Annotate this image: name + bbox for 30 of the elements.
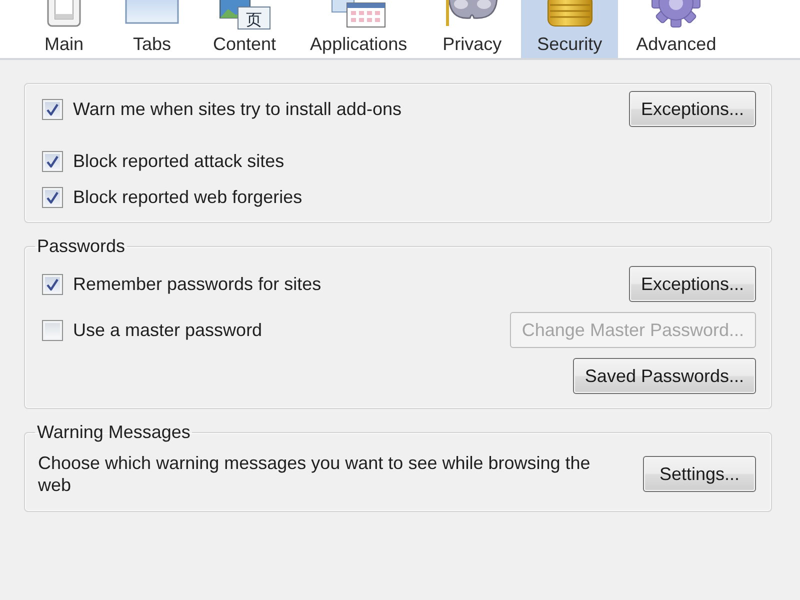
checkbox-label[interactable]: Remember passwords for sites — [73, 273, 322, 295]
checkbox[interactable] — [42, 320, 63, 340]
check-icon — [46, 190, 59, 204]
warning-description: Choose which warning messages you want to see while browsing the web — [38, 452, 592, 496]
checkbox-label[interactable]: Warn me when sites try to install add-ons — [73, 98, 402, 120]
checkbox[interactable] — [42, 186, 63, 208]
checkbox-label[interactable]: Block reported web forgeries — [73, 186, 302, 208]
check-icon — [46, 278, 59, 290]
checkbox[interactable] — [42, 150, 63, 172]
group-title: Passwords — [36, 235, 126, 257]
gear-icon — [649, 0, 704, 28]
settings-button[interactable]: Settings... — [643, 456, 756, 492]
window-icon — [125, 0, 179, 24]
toolbar-tab[interactable]: Applications — [294, 0, 424, 58]
toolbar-tab[interactable]: Advanced — [620, 0, 732, 58]
toolbar-tab[interactable]: Tabs — [109, 0, 195, 58]
check-icon — [46, 154, 59, 168]
checkbox[interactable] — [42, 98, 63, 120]
toolbar-tab[interactable]: 页 Content — [197, 0, 292, 58]
checkbox-label[interactable]: Use a master password — [73, 319, 262, 341]
toolbar-tab[interactable]: Privacy — [425, 0, 520, 58]
exceptions-button[interactable]: Exceptions... — [628, 266, 756, 302]
toolbar-tab[interactable]: Main — [21, 0, 107, 58]
toolbar-tab[interactable]: Security — [521, 0, 618, 58]
saved-passwords-button[interactable]: Saved Passwords... — [572, 358, 756, 394]
check-icon — [46, 102, 59, 116]
checkbox[interactable] — [42, 274, 63, 294]
exceptions-button[interactable]: Exceptions... — [628, 91, 756, 127]
group-title: Warning Messages — [36, 421, 192, 443]
checkbox-label[interactable]: Block reported attack sites — [73, 150, 284, 172]
